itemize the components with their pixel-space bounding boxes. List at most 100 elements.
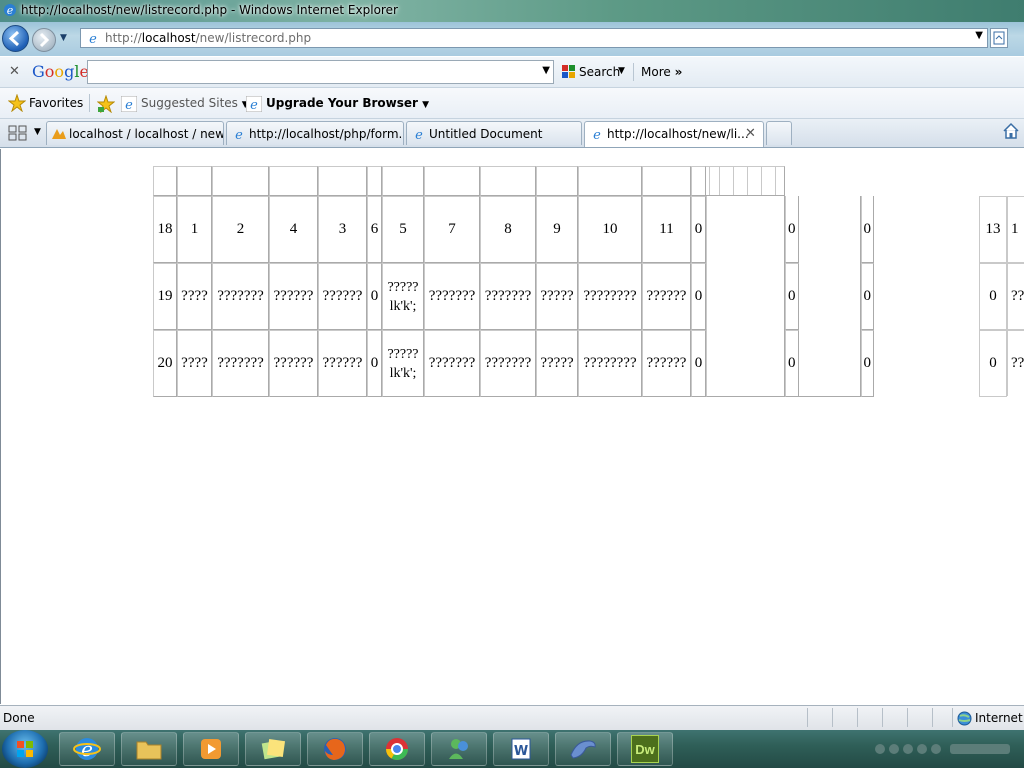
compatibility-view-button[interactable] (990, 28, 1008, 48)
tab-php-form[interactable]: e http://localhost/php/form... (226, 121, 404, 145)
table-cell-empty (706, 330, 785, 397)
svg-text:e: e (125, 98, 133, 112)
media-player-icon (201, 739, 221, 759)
search-label: Search (579, 65, 621, 79)
table-cell: 0 (979, 263, 1007, 330)
tab-listrecord-active[interactable]: e http://localhost/new/li... ✕ (584, 121, 764, 147)
search-history-dropdown-icon[interactable]: ▼ (542, 65, 550, 76)
security-zone[interactable]: Internet | (975, 711, 1024, 725)
header-cell (691, 166, 706, 196)
table-cell: 10 (578, 196, 642, 263)
taskbar-firefox-button[interactable] (307, 732, 363, 766)
table-cell: 1 (1007, 196, 1024, 263)
status-separator (882, 708, 883, 727)
start-button[interactable] (2, 730, 48, 768)
table-cell: 0 (860, 330, 874, 397)
add-to-favorites-icon[interactable] (97, 95, 115, 113)
table-cell: ?????? (269, 263, 318, 330)
table-cell-empty (706, 196, 785, 263)
table-cell: ?? (1007, 330, 1024, 396)
upgrade-ie-icon: e (246, 96, 262, 112)
suggested-sites-button[interactable]: Suggested Sites ▼ (141, 96, 249, 110)
clipped-columns: 13 0 0 (979, 196, 1007, 397)
table-row: 18 1 2 4 3 6 5 7 8 9 10 11 0 0 0 (153, 196, 874, 263)
globe-icon (957, 711, 972, 726)
firefox-icon (324, 738, 346, 760)
close-toolbar-icon[interactable]: ✕ (9, 64, 20, 79)
taskbar-media-button[interactable] (183, 732, 239, 766)
title-bar: e http://localhost/new/listrecord.php - … (0, 0, 1024, 22)
star-icon (8, 94, 26, 112)
table-cell: ?????? (318, 330, 367, 397)
toolbar-separator (633, 63, 634, 81)
table-cell-empty (706, 263, 785, 330)
taskbar-chrome-button[interactable] (369, 732, 425, 766)
table-cell: ????? lk'k'; (382, 330, 424, 397)
back-button[interactable] (2, 25, 29, 52)
header-cell (799, 166, 861, 196)
word-icon: W (511, 738, 531, 760)
tab-untitled-document[interactable]: e Untitled Document (406, 121, 582, 145)
more-button[interactable]: More » (641, 65, 682, 79)
suggested-sites-label: Suggested Sites (141, 96, 238, 110)
address-bar[interactable]: e http://localhost/new/listrecord.php ▼ (80, 28, 988, 48)
taskbar-dolphin-button[interactable] (555, 732, 611, 766)
page-ie-icon: e (593, 128, 601, 141)
table-cell: 6 (367, 196, 382, 263)
taskbar-messenger-button[interactable] (431, 732, 487, 766)
taskbar-word-button[interactable]: W (493, 732, 549, 766)
status-bar (0, 705, 1024, 731)
taskbar-notes-button[interactable] (245, 732, 301, 766)
svg-text:e: e (89, 32, 97, 45)
recent-pages-dropdown[interactable]: ▼ (60, 33, 70, 43)
ie-icon: e (73, 737, 101, 761)
table-cell: 0 (785, 330, 799, 397)
table-cell: ??????? (212, 263, 269, 330)
compatibility-icon (993, 31, 1005, 45)
table-cell: ??????? (480, 330, 536, 397)
table-cell: ???? (177, 330, 212, 397)
tab-list-dropdown[interactable]: ▼ (34, 127, 41, 137)
table-cell: ??????? (424, 330, 480, 397)
header-cell (536, 166, 578, 196)
svg-text:e: e (81, 737, 93, 761)
forward-button[interactable] (32, 28, 56, 52)
header-cell (785, 166, 799, 196)
table-cell: 18 (153, 196, 177, 263)
home-icon[interactable] (1002, 122, 1020, 140)
tab-phpmyadmin[interactable]: localhost / localhost / new... (46, 121, 224, 145)
folder-icon (136, 741, 162, 760)
table-cell: ????? lk'k'; (382, 263, 424, 330)
upgrade-label: Upgrade Your Browser (266, 96, 418, 110)
sticky-notes-icon (261, 738, 286, 760)
table-cell: 5 (382, 196, 424, 263)
taskbar-explorer-button[interactable] (121, 732, 177, 766)
table-cell: 0 (785, 196, 799, 263)
quick-tabs-icon[interactable] (6, 123, 30, 143)
tab-label: http://localhost/php/form... (249, 127, 404, 141)
table-cell: ??????? (424, 263, 480, 330)
new-tab-button[interactable] (766, 121, 792, 145)
status-separator (907, 708, 908, 727)
close-tab-icon[interactable]: ✕ (745, 126, 756, 141)
header-cell (382, 166, 424, 196)
table-cell: 0 (979, 330, 1007, 397)
taskbar-ie-button[interactable]: e (59, 732, 115, 766)
taskbar-dreamweaver-button[interactable]: Dw (617, 732, 673, 766)
tray-icons (875, 744, 1010, 754)
table-cell: 0 (367, 330, 382, 397)
status-text: Done (3, 711, 35, 725)
arrow-right-icon (39, 32, 50, 48)
windows-logo-icon (17, 741, 33, 757)
status-separator (807, 708, 808, 727)
header-cell (480, 166, 536, 196)
header-cell (861, 166, 875, 196)
clipped-columns-edge: 1 ?? ?? (1007, 196, 1024, 396)
google-search-input[interactable]: ▼ (87, 60, 554, 84)
address-dropdown-icon[interactable]: ▼ (975, 30, 983, 41)
upgrade-browser-button[interactable]: Upgrade Your Browser ▼ (266, 96, 429, 110)
table-cell: 11 (642, 196, 691, 263)
table-cell: 0 (785, 263, 799, 330)
ie-logo-icon: e (4, 4, 16, 17)
messenger-icon (449, 739, 468, 759)
